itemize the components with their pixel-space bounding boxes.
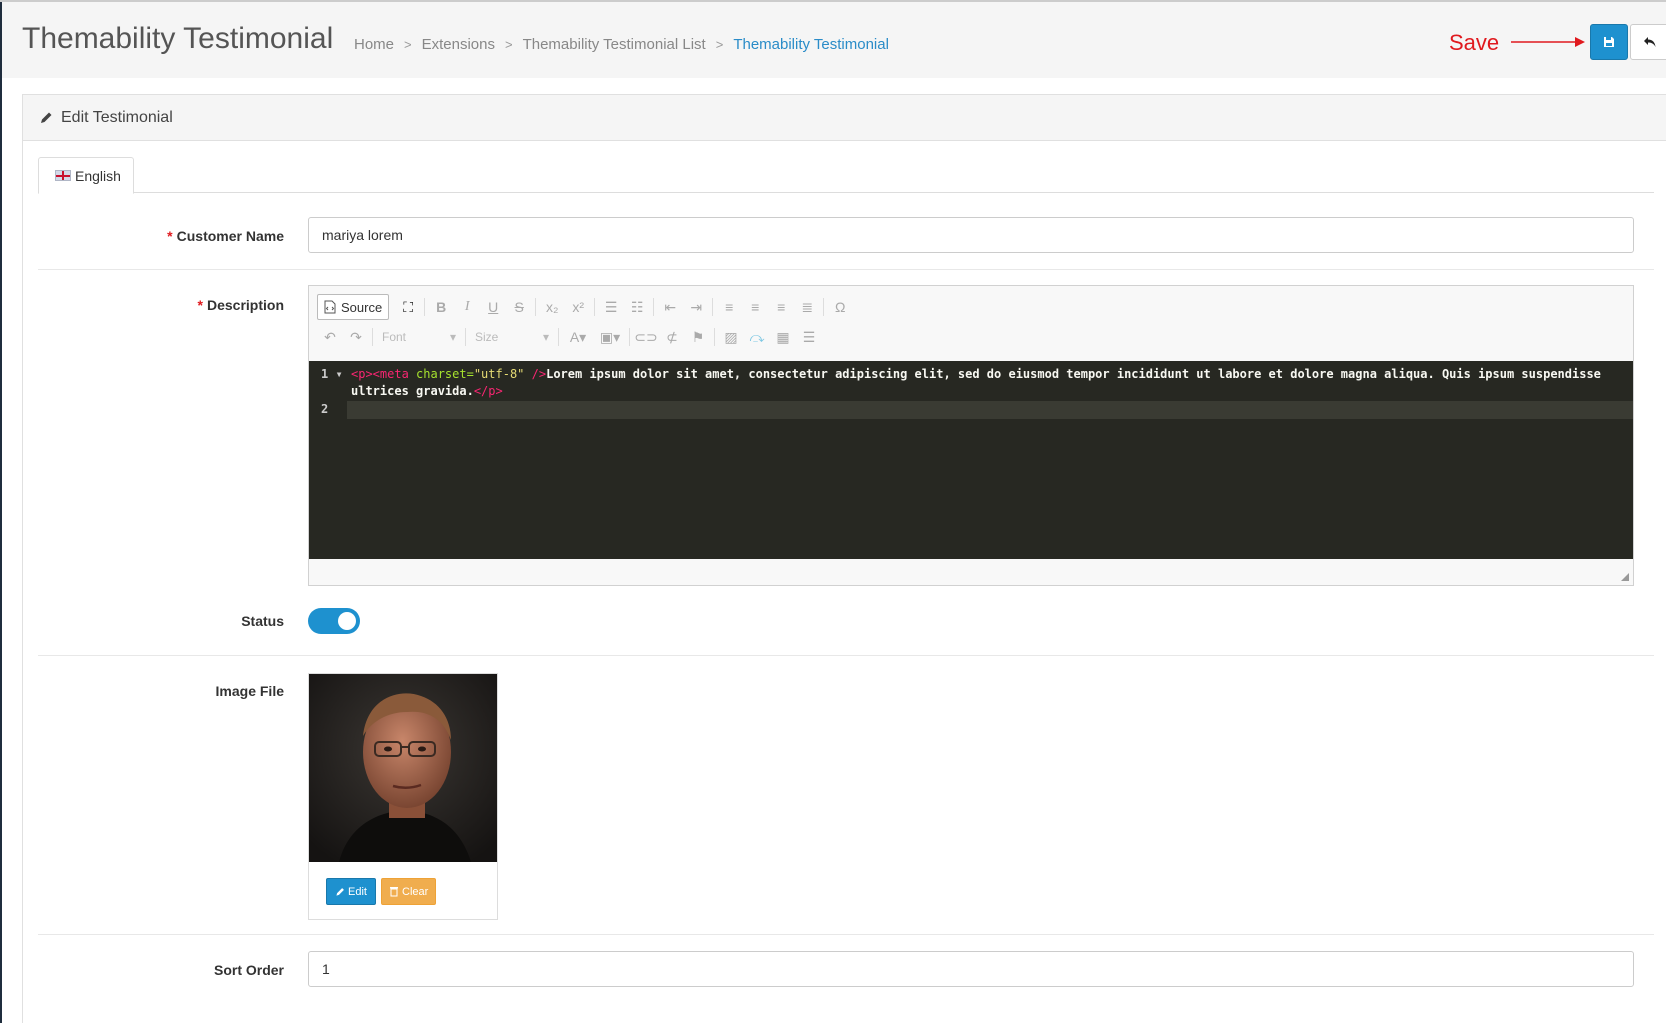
save-annotation: Save (1449, 30, 1500, 55)
toggle-knob (338, 612, 356, 630)
image-file-label: Image File (215, 683, 284, 699)
table-icon[interactable]: ▦ (770, 325, 796, 349)
unlink-icon[interactable]: ⊄ (659, 325, 685, 349)
back-button[interactable] (1630, 24, 1666, 60)
status-label: Status (241, 613, 284, 629)
special-character-icon[interactable]: Ω (827, 295, 853, 319)
background-color-icon[interactable]: ▣▾ (594, 325, 626, 349)
save-button[interactable] (1590, 24, 1628, 60)
active-line-highlight (347, 401, 1633, 419)
tab-english[interactable]: English (38, 157, 134, 194)
justify-icon[interactable]: ≣ (794, 295, 820, 319)
source-code-area[interactable]: 1 ▾ <p><meta charset="utf-8" />Lorem ips… (309, 361, 1633, 559)
image-clear-button[interactable]: Clear (381, 878, 437, 905)
divider (38, 655, 1654, 656)
page-title: Themability Testimonial (22, 22, 334, 55)
chevron-down-icon: ▾ (542, 330, 549, 344)
description-label: * Description (197, 297, 284, 313)
maximize-icon[interactable]: ⛶ (395, 295, 421, 319)
indent-icon[interactable]: ⇥ (683, 295, 709, 319)
breadcrumb-testimonial-list[interactable]: Themability Testimonial List (523, 36, 706, 53)
redo-icon[interactable]: ↷ (343, 325, 369, 349)
divider (38, 269, 1654, 270)
align-right-icon[interactable]: ≡ (768, 295, 794, 319)
reply-arrow-icon (1644, 37, 1656, 47)
size-select[interactable]: Size ▾ (469, 325, 555, 349)
align-center-icon[interactable]: ≡ (742, 295, 768, 319)
page-header: Themability Testimonial Home > Extensions >… (2, 2, 1666, 78)
breadcrumb-current[interactable]: Themability Testimonial (733, 36, 889, 53)
trash-icon (390, 887, 398, 897)
resize-handle-icon[interactable] (1621, 573, 1629, 581)
sort-order-input[interactable]: 1 (308, 951, 1634, 987)
underline-icon[interactable]: U (480, 295, 506, 319)
superscript-icon[interactable]: x² (565, 295, 591, 319)
undo-icon[interactable]: ↶ (317, 325, 343, 349)
image-edit-button[interactable]: Edit (326, 878, 376, 905)
pencil-icon (41, 112, 52, 123)
breadcrumb-separator-icon: > (404, 37, 412, 52)
breadcrumb-separator-icon: > (504, 37, 513, 52)
uk-flag-icon (55, 170, 71, 181)
document-icon (324, 300, 336, 314)
customer-name-input[interactable]: mariya lorem (308, 217, 1634, 253)
breadcrumb-extensions[interactable]: Extensions (422, 36, 495, 53)
customer-photo (309, 674, 497, 862)
arrow-right-icon (1511, 37, 1585, 47)
language-tabs: English (38, 157, 1654, 194)
anchor-flag-icon[interactable]: ⚑ (685, 325, 711, 349)
bold-icon[interactable]: B (428, 295, 454, 319)
align-left-icon[interactable]: ≡ (716, 295, 742, 319)
editor-toolbar-row-2: ↶ ↷ Font ▾ Size ▾ A▾ ▣▾ ⊂⊃ ⊄ ⚑ ▨ ⤼ ▦ ☰ (317, 324, 822, 350)
numbered-list-icon[interactable]: ☰ (598, 295, 624, 319)
media-icon[interactable]: ⤼ (744, 325, 770, 349)
text-color-icon[interactable]: A▾ (562, 325, 594, 349)
breadcrumb-home[interactable]: Home (354, 36, 394, 53)
image-icon[interactable]: ▨ (718, 325, 744, 349)
description-editor[interactable]: Source ⛶ B I U S x₂ x² ☰ ☷ ⇤ ⇥ ≡ ≡ ≡ ≣ Ω… (308, 285, 1634, 586)
left-edge (0, 0, 2, 1023)
line-number: 1 ▾ (321, 367, 343, 381)
strikethrough-icon[interactable]: S (506, 295, 532, 319)
horizontal-rule-icon[interactable]: ☰ (796, 325, 822, 349)
font-select[interactable]: Font ▾ (376, 325, 462, 349)
italic-icon[interactable]: I (454, 295, 480, 319)
source-button[interactable]: Source (317, 294, 390, 320)
customer-name-label: * Customer Name (167, 228, 284, 244)
image-thumbnail-card: Edit Clear (308, 673, 498, 920)
subscript-icon[interactable]: x₂ (539, 295, 565, 319)
panel-heading: Edit Testimonial (23, 95, 1666, 141)
tab-label: English (75, 167, 121, 184)
panel-title: Edit Testimonial (61, 108, 173, 126)
pencil-icon (336, 887, 344, 896)
breadcrumb: Home > Extensions > Themability Testimonial … (354, 36, 889, 53)
floppy-disk-icon (1604, 37, 1614, 47)
editor-toolbar-row-1: Source ⛶ B I U S x₂ x² ☰ ☷ ⇤ ⇥ ≡ ≡ ≡ ≣ Ω (317, 294, 853, 320)
breadcrumb-separator-icon: > (715, 37, 724, 52)
line-number: 2 (321, 402, 329, 416)
chevron-down-icon: ▾ (449, 330, 456, 344)
sort-order-label: Sort Order (213, 962, 284, 978)
outdent-icon[interactable]: ⇤ (657, 295, 683, 319)
divider (38, 934, 1654, 935)
link-icon[interactable]: ⊂⊃ (633, 325, 659, 349)
status-toggle[interactable] (308, 608, 360, 634)
bulleted-list-icon[interactable]: ☷ (624, 295, 650, 319)
